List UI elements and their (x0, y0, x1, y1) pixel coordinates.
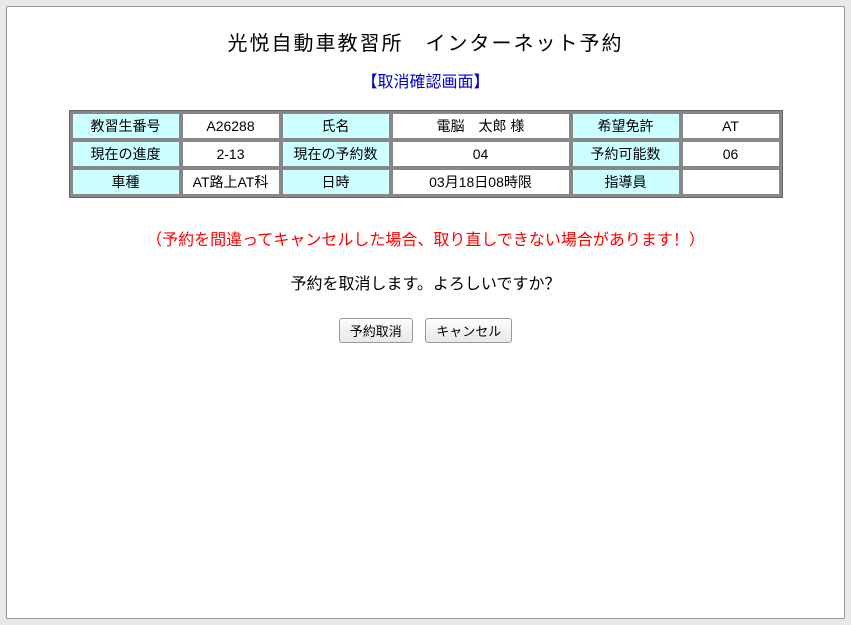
button-row: 予約取消 キャンセル (17, 318, 834, 343)
confirm-message: 予約を取消します。よろしいですか？ (17, 270, 834, 294)
value-instructor (682, 169, 780, 195)
label-vehicle-type: 車種 (72, 169, 180, 195)
label-name: 氏名 (282, 113, 390, 139)
label-progress: 現在の進度 (72, 141, 180, 167)
value-vehicle-type: AT路上AT科 (182, 169, 280, 195)
label-available-count: 予約可能数 (572, 141, 680, 167)
screen-label: 【取消確認画面】 (17, 68, 834, 92)
value-progress: 2-13 (182, 141, 280, 167)
table-row: 現在の進度 2-13 現在の予約数 04 予約可能数 06 (72, 141, 780, 167)
table-row: 教習生番号 A26288 氏名 電脳 太郎 様 希望免許 AT (72, 113, 780, 139)
cancel-button[interactable]: キャンセル (425, 318, 512, 343)
value-name: 電脳 太郎 様 (392, 113, 570, 139)
value-reservation-count: 04 (392, 141, 570, 167)
value-student-number: A26288 (182, 113, 280, 139)
value-license-type: AT (682, 113, 780, 139)
table-row: 車種 AT路上AT科 日時 03月18日08時限 指導員 (72, 169, 780, 195)
warning-message: （予約を間違ってキャンセルした場合、取り直しできない場合があります！） (17, 226, 834, 250)
info-table: 教習生番号 A26288 氏名 電脳 太郎 様 希望免許 AT 現在の進度 2-… (69, 110, 783, 198)
label-datetime: 日時 (282, 169, 390, 195)
page-title: 光悦自動車教習所 インターネット予約 (17, 27, 834, 56)
label-license-type: 希望免許 (572, 113, 680, 139)
cancel-reservation-button[interactable]: 予約取消 (339, 318, 413, 343)
label-reservation-count: 現在の予約数 (282, 141, 390, 167)
label-instructor: 指導員 (572, 169, 680, 195)
main-window: 光悦自動車教習所 インターネット予約 【取消確認画面】 教習生番号 A26288… (6, 6, 845, 619)
value-available-count: 06 (682, 141, 780, 167)
label-student-number: 教習生番号 (72, 113, 180, 139)
value-datetime: 03月18日08時限 (392, 169, 570, 195)
